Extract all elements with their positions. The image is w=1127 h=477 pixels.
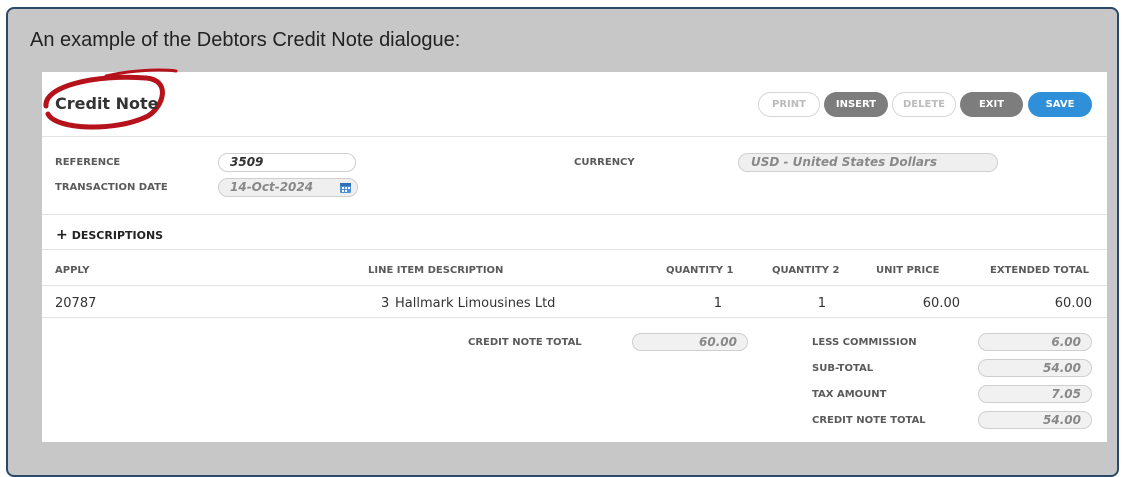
delete-button[interactable]: DELETE <box>892 92 956 117</box>
caption-text: An example of the Debtors Credit Note di… <box>30 29 461 51</box>
cell-apply: 20787 <box>55 296 97 311</box>
transaction-date-label: TRANSACTION DATE <box>55 182 168 193</box>
reference-input[interactable]: 3509 <box>218 153 356 172</box>
row-divider <box>42 317 1107 318</box>
column-header-quantity2: QUANTITY 2 <box>772 265 840 276</box>
descriptions-label: DESCRIPTIONS <box>71 229 164 242</box>
column-header-quantity1: QUANTITY 1 <box>666 265 734 276</box>
less-commission-label: LESS COMMISSION <box>812 337 917 348</box>
final-credit-note-total-field: 54.00 <box>978 411 1092 429</box>
descriptions-toggle[interactable]: + DESCRIPTIONS <box>56 227 163 243</box>
column-header-extended-total: EXTENDED TOTAL <box>990 265 1089 276</box>
subtotal-label: SUB-TOTAL <box>812 363 874 374</box>
cell-unit-price: 60.00 <box>922 296 960 311</box>
print-button[interactable]: PRINT <box>758 92 820 117</box>
column-header-unit-price: UNIT PRICE <box>876 265 940 276</box>
credit-note-total-field: 60.00 <box>632 333 748 351</box>
transaction-date-input[interactable]: 14-Oct-2024 <box>218 178 358 197</box>
cell-description: Hallmark Limousines Ltd <box>395 296 556 311</box>
final-credit-note-total-label: CREDIT NOTE TOTAL <box>812 415 926 426</box>
column-header-line-item-description: LINE ITEM DESCRIPTION <box>368 265 504 276</box>
cell-line: 3 <box>381 296 390 311</box>
save-button[interactable]: SAVE <box>1028 92 1092 117</box>
dialog-title: Credit Note <box>55 94 159 113</box>
reference-label: REFERENCE <box>55 157 121 168</box>
descriptions-divider <box>42 249 1107 250</box>
form-divider <box>42 214 1107 215</box>
credit-note-total-label: CREDIT NOTE TOTAL <box>468 337 582 348</box>
calendar-icon[interactable] <box>339 181 352 194</box>
tax-amount-field: 7.05 <box>978 385 1092 403</box>
exit-button[interactable]: EXIT <box>960 92 1023 117</box>
cell-extended-total: 60.00 <box>1054 296 1092 311</box>
cell-quantity2: 1 <box>817 296 826 311</box>
header-divider <box>42 136 1107 137</box>
subtotal-field: 54.00 <box>978 359 1092 377</box>
insert-button[interactable]: INSERT <box>824 92 888 117</box>
tax-amount-label: TAX AMOUNT <box>812 389 887 400</box>
transaction-date-value: 14-Oct-2024 <box>230 180 314 194</box>
currency-select[interactable]: USD - United States Dollars <box>738 153 998 172</box>
cell-quantity1: 1 <box>713 296 722 311</box>
currency-label: CURRENCY <box>574 157 635 168</box>
less-commission-field: 6.00 <box>978 333 1092 351</box>
table-header-divider <box>42 285 1107 286</box>
column-header-apply: APPLY <box>55 265 90 276</box>
credit-note-dialog: Credit Note PRINT INSERT DELETE EXIT SAV… <box>42 68 1107 442</box>
plus-icon: + <box>56 227 68 243</box>
